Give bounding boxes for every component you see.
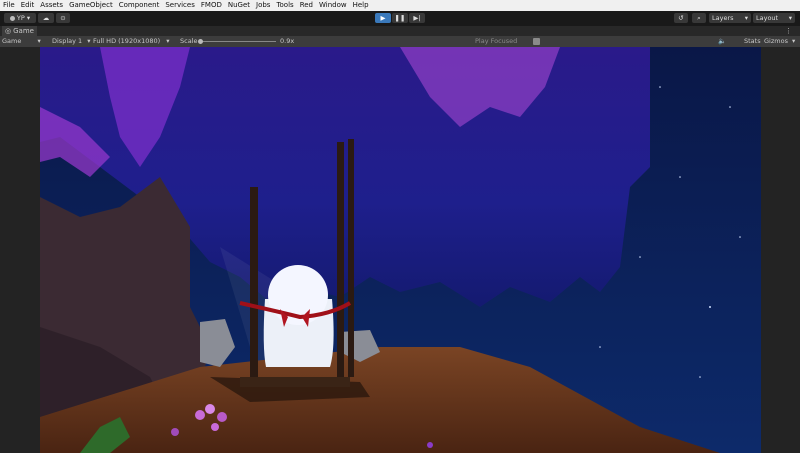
menu-item-fmod[interactable]: FMOD [198,0,225,11]
game-scene [40,47,761,453]
game-render[interactable] [40,47,761,453]
tab-game-label: Game [13,27,34,35]
menu-item-file[interactable]: File [0,0,18,11]
resolution-dropdown[interactable]: Full HD (1920x1080) ▾ [93,37,170,46]
search-button[interactable]: ⌕ [692,13,706,23]
tab-game[interactable]: ◎ Game [2,26,37,36]
chevron-down-icon: ▾ [166,37,170,45]
chevron-down-icon: ▾ [788,14,792,22]
display-dropdown[interactable]: Display 1 ▾ [52,37,91,46]
layers-dropdown[interactable]: Layers ▾ [709,13,751,23]
display-label: Display 1 [52,37,83,45]
menu-item-window[interactable]: Window [316,0,350,11]
game-viewport[interactable] [0,47,800,453]
account-label: YP [16,14,25,22]
stats-label: Stats [744,37,761,45]
mute-button[interactable]: 🔈 [718,37,726,46]
gizmos-label: Gizmos [764,37,788,45]
gizmos-dropdown[interactable]: Gizmos ▾ [764,37,795,46]
search-icon: ⌕ [697,13,701,22]
resolution-label: Full HD (1920x1080) [93,37,161,45]
pause-button[interactable]: ❚❚ [392,13,408,23]
game-view-toolbar: Game ▾ Display 1 ▾ Full HD (1920x1080) ▾… [0,36,800,47]
view-mode-dropdown[interactable]: Game ▾ [2,37,41,46]
chevron-down-icon: ▾ [792,37,796,45]
history-button[interactable]: ↺ [674,13,688,23]
scale-slider[interactable] [198,39,276,44]
cloud-icon: ☁ [42,14,50,22]
play-icon: ▶ [380,14,386,22]
scale-label: Scale [180,37,198,45]
account-icon [9,15,15,21]
menu-item-red[interactable]: Red [297,0,316,11]
menu-item-edit[interactable]: Edit [18,0,38,11]
menu-item-jobs[interactable]: Jobs [253,0,273,11]
account-dropdown[interactable]: YP ▾ [4,13,36,23]
chevron-down-icon: ▾ [37,37,41,45]
menu-item-help[interactable]: Help [350,0,372,11]
speaker-icon: 🔈 [718,37,727,45]
menu-item-gameobject[interactable]: GameObject [66,0,116,11]
swing-seat [240,377,350,387]
menu-bar: File Edit Assets GameObject Component Service… [0,0,800,11]
pause-icon: ❚❚ [394,14,406,22]
view-mode-label: Game [2,37,22,45]
step-icon: ▶| [413,14,421,22]
more-options-icon: ⋮ [785,27,792,35]
menu-item-services[interactable]: Services [162,0,198,11]
menu-item-assets[interactable]: Assets [37,0,66,11]
swing-post-left [250,187,258,387]
swing-post-right-a [337,142,344,382]
play-focused-toggle[interactable] [533,38,540,45]
scale-value: 0.9x [280,37,295,45]
menu-item-nuget[interactable]: NuGet [225,0,253,11]
scale-slider-handle[interactable] [198,39,203,44]
game-controller-icon: ◎ [5,27,12,35]
stats-button[interactable]: Stats [744,37,761,46]
swing-post-right-b [348,139,354,377]
menu-item-tools[interactable]: Tools [273,0,296,11]
settings-icon: ⊙ [60,14,66,22]
tab-bar: ◎ Game ⋮ [0,26,800,36]
layout-dropdown[interactable]: Layout ▾ [753,13,795,23]
step-button[interactable]: ▶| [409,13,425,23]
chevron-down-icon: ▾ [87,37,91,45]
collab-button[interactable]: ⊙ [56,13,70,23]
play-button[interactable]: ▶ [375,13,391,23]
chevron-down-icon: ▾ [744,14,748,22]
menu-item-component[interactable]: Component [116,0,163,11]
cloud-button[interactable]: ☁ [38,13,54,23]
main-toolbar: YP ▾ ☁ ⊙ ▶ ❚❚ ▶| ↺ ⌕ Layers ▾ Layout ▾ [0,11,800,26]
layout-label: Layout [756,14,779,22]
history-icon: ↺ [678,14,684,22]
play-focused-label[interactable]: Play Focused [475,37,517,46]
tab-options-button[interactable]: ⋮ [785,26,792,36]
layers-label: Layers [712,14,734,22]
chevron-down-icon: ▾ [26,14,31,22]
